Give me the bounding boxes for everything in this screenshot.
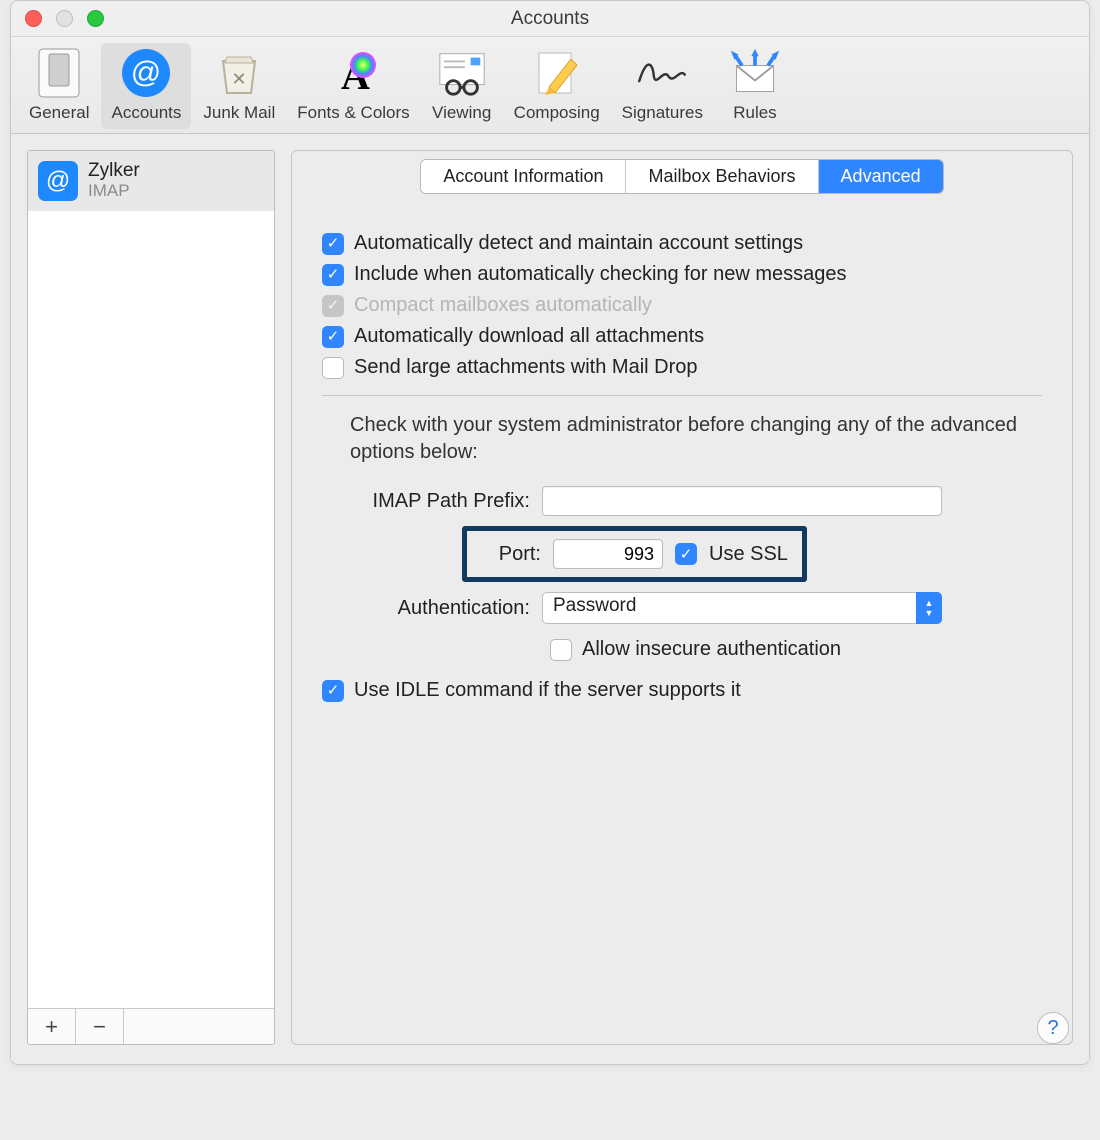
checkbox-compact-mailboxes <box>322 295 344 317</box>
checkbox-auto-download[interactable] <box>322 326 344 348</box>
label-use-idle: Use IDLE command if the server supports … <box>354 679 741 702</box>
input-imap-prefix[interactable] <box>542 486 942 516</box>
svg-text:@: @ <box>131 56 161 89</box>
checkbox-allow-insecure[interactable] <box>550 639 572 661</box>
fonts-colors-icon: A <box>327 47 379 99</box>
accounts-icon: @ <box>120 47 172 99</box>
tab-advanced[interactable]: Advanced <box>819 160 943 193</box>
toolbar-signatures[interactable]: Signatures <box>612 43 713 129</box>
account-tabs: Account Information Mailbox Behaviors Ad… <box>292 151 1072 194</box>
input-port[interactable] <box>553 539 663 569</box>
minimize-window-button[interactable] <box>56 10 73 27</box>
label-port: Port: <box>481 543 541 566</box>
label-include-checking: Include when automatically checking for … <box>354 263 846 286</box>
checkbox-include-checking[interactable] <box>322 264 344 286</box>
account-item-zylker[interactable]: @ Zylker IMAP <box>28 151 274 211</box>
label-authentication: Authentication: <box>350 597 530 620</box>
row-use-idle: Use IDLE command if the server supports … <box>322 679 1042 702</box>
zoom-window-button[interactable] <box>87 10 104 27</box>
toolbar-signatures-label: Signatures <box>622 103 703 123</box>
titlebar: Accounts <box>11 1 1089 37</box>
advanced-pane: Automatically detect and maintain accoun… <box>292 194 1072 720</box>
admin-note: Check with your system administrator bef… <box>322 412 1042 466</box>
window-controls <box>25 10 104 27</box>
window-title: Accounts <box>11 8 1089 30</box>
footer-spacer <box>124 1009 274 1044</box>
checkbox-use-idle[interactable] <box>322 680 344 702</box>
toolbar-junk-mail[interactable]: ✕ Junk Mail <box>193 43 285 129</box>
account-text: Zylker IMAP <box>88 161 140 201</box>
label-auto-detect: Automatically detect and maintain accoun… <box>354 232 803 255</box>
label-use-ssl: Use SSL <box>709 543 788 566</box>
toolbar-rules-label: Rules <box>733 103 776 123</box>
accounts-list-footer: + − <box>28 1008 274 1044</box>
row-auto-detect: Automatically detect and maintain accoun… <box>322 232 1042 255</box>
add-account-button[interactable]: + <box>28 1009 76 1044</box>
row-authentication: Authentication: Password ▲▼ <box>350 592 1022 624</box>
toolbar-junk-label: Junk Mail <box>203 103 275 123</box>
general-icon <box>33 47 85 99</box>
checkbox-mail-drop[interactable] <box>322 357 344 379</box>
toolbar-composing-label: Composing <box>514 103 600 123</box>
row-auto-download: Automatically download all attachments <box>322 325 1042 348</box>
port-ssl-highlight: Port: Use SSL <box>462 526 807 582</box>
row-include-checking: Include when automatically checking for … <box>322 263 1042 286</box>
toolbar-general-label: General <box>29 103 89 123</box>
checkbox-auto-detect[interactable] <box>322 233 344 255</box>
advanced-form: IMAP Path Prefix: Port: Use SSL Authenti… <box>322 486 1042 661</box>
svg-text:✕: ✕ <box>232 69 247 89</box>
row-port: Port: Use SSL <box>350 526 1022 582</box>
accounts-sidebar: @ Zylker IMAP + − <box>27 150 275 1045</box>
viewing-icon <box>436 47 488 99</box>
toolbar-composing[interactable]: Composing <box>504 43 610 129</box>
toolbar-fonts-colors[interactable]: A Fonts & Colors <box>287 43 419 129</box>
row-allow-insecure: Allow insecure authentication <box>550 638 1022 661</box>
content-area: @ Zylker IMAP + − Account Information Ma… <box>11 134 1089 1061</box>
account-type: IMAP <box>88 182 140 201</box>
junk-mail-icon: ✕ <box>213 47 265 99</box>
label-imap-prefix: IMAP Path Prefix: <box>350 490 530 513</box>
tab-mailbox-behaviors[interactable]: Mailbox Behaviors <box>626 160 818 193</box>
preferences-window: Accounts General @ Accounts <box>10 0 1090 1065</box>
toolbar-accounts[interactable]: @ Accounts <box>101 43 191 129</box>
toolbar-fonts-label: Fonts & Colors <box>297 103 409 123</box>
close-window-button[interactable] <box>25 10 42 27</box>
help-button[interactable]: ? <box>1037 1012 1069 1044</box>
account-detail-panel: Account Information Mailbox Behaviors Ad… <box>291 150 1073 1045</box>
row-imap-prefix: IMAP Path Prefix: <box>350 486 1022 516</box>
signatures-icon <box>636 47 688 99</box>
select-authentication[interactable]: Password ▲▼ <box>542 592 942 624</box>
divider <box>322 395 1042 396</box>
tab-account-information[interactable]: Account Information <box>421 160 626 193</box>
toolbar-accounts-label: Accounts <box>111 103 181 123</box>
toolbar-general[interactable]: General <box>19 43 99 129</box>
account-name: Zylker <box>88 161 140 182</box>
label-compact-mailboxes: Compact mailboxes automatically <box>354 294 652 317</box>
select-authentication-value: Password <box>542 592 942 624</box>
rules-icon <box>729 47 781 99</box>
remove-account-button[interactable]: − <box>76 1009 124 1044</box>
label-allow-insecure: Allow insecure authentication <box>582 638 841 661</box>
accounts-list-body <box>28 211 274 1008</box>
checkbox-use-ssl[interactable] <box>675 543 697 565</box>
composing-icon <box>531 47 583 99</box>
preferences-toolbar: General @ Accounts ✕ Junk Mail <box>11 37 1089 134</box>
toolbar-viewing[interactable]: Viewing <box>422 43 502 129</box>
label-auto-download: Automatically download all attachments <box>354 325 704 348</box>
row-compact-mailboxes: Compact mailboxes automatically <box>322 294 1042 317</box>
toolbar-rules[interactable]: Rules <box>715 43 795 129</box>
toolbar-viewing-label: Viewing <box>432 103 491 123</box>
at-sign-icon: @ <box>38 161 78 201</box>
row-mail-drop: Send large attachments with Mail Drop <box>322 356 1042 379</box>
label-mail-drop: Send large attachments with Mail Drop <box>354 356 698 379</box>
chevron-up-down-icon: ▲▼ <box>916 592 942 624</box>
